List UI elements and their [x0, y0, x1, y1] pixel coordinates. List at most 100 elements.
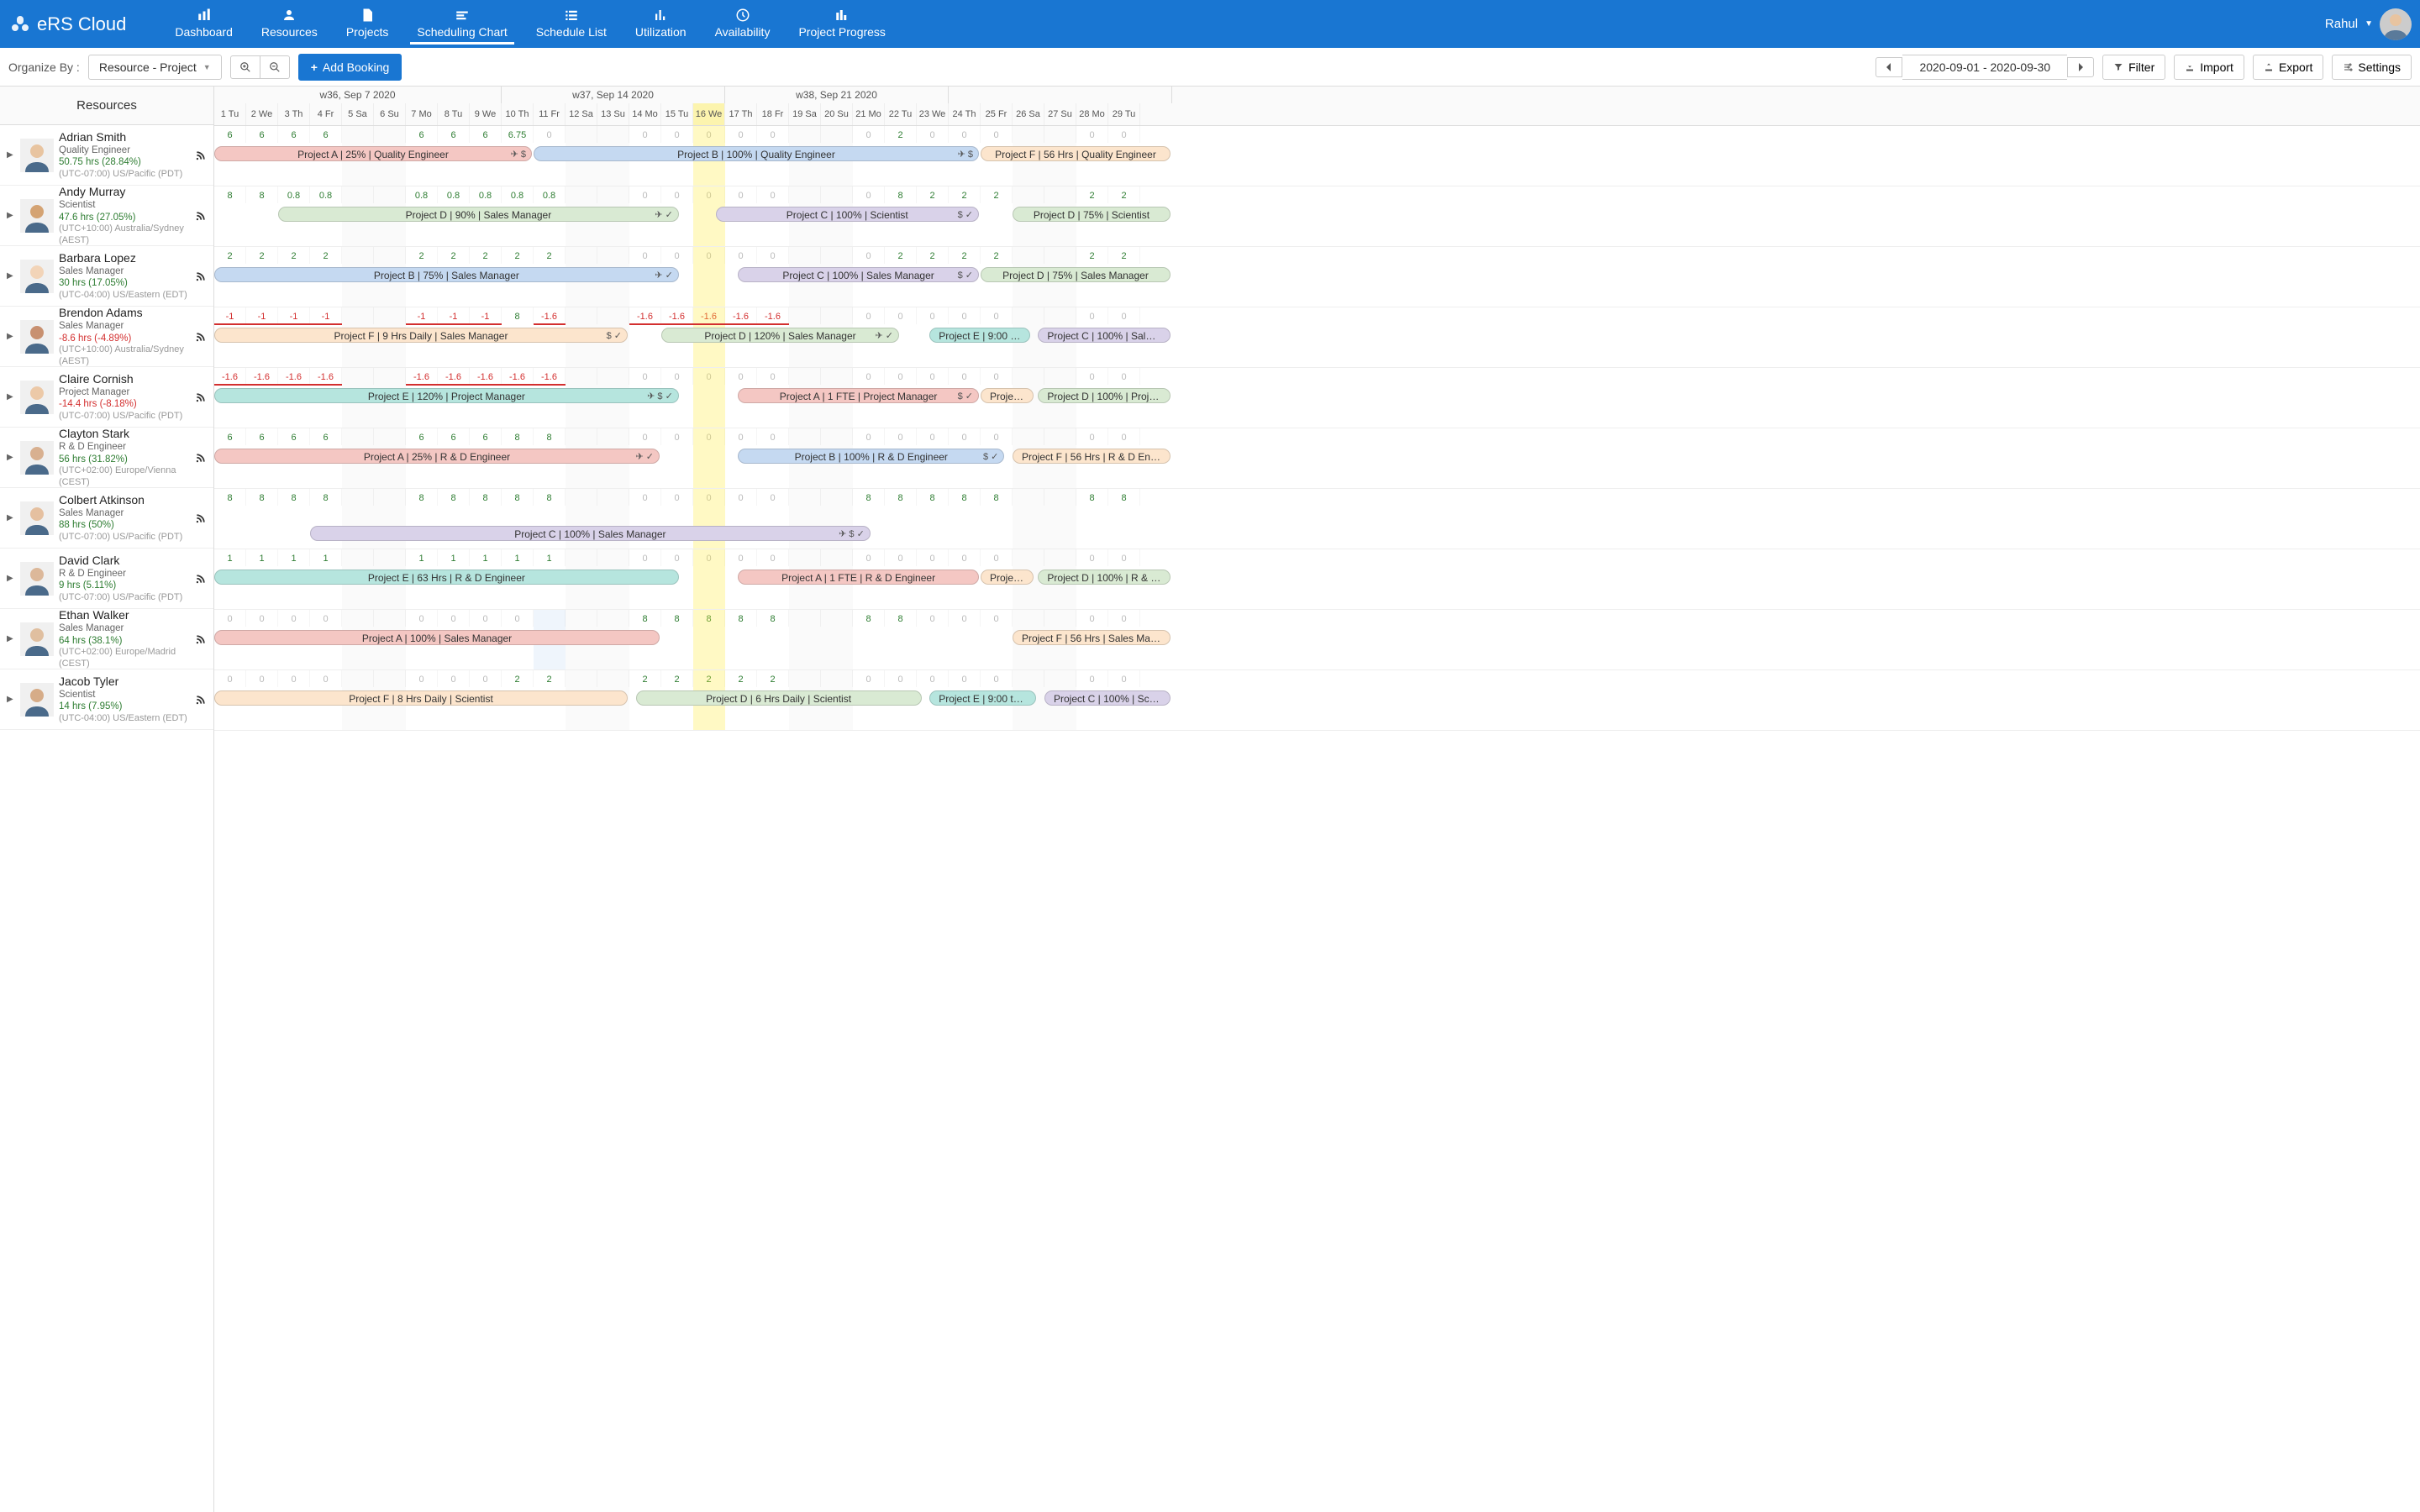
expand-icon[interactable]: ▶	[7, 211, 15, 220]
timeline-row[interactable]: 66666666.750000000200000Project A | 25% …	[214, 126, 2420, 186]
resource-row[interactable]: ▶ Colbert Atkinson Sales Manager 88 hrs …	[0, 488, 213, 549]
nav-dashboard[interactable]: Dashboard	[168, 4, 239, 45]
booking-bar[interactable]: Project D | 100% | R & D Engi	[1038, 570, 1171, 585]
booking-bar[interactable]: Project D | 100% | Project Ma	[1038, 388, 1171, 403]
nav-utilization[interactable]: Utilization	[629, 4, 693, 45]
hour-cell: 0	[310, 670, 342, 687]
add-booking-button[interactable]: + Add Booking	[298, 54, 402, 81]
nav-schedule-list[interactable]: Schedule List	[529, 4, 613, 45]
zoom-in-button[interactable]	[230, 55, 260, 79]
rss-icon[interactable]	[195, 512, 207, 524]
expand-icon[interactable]: ▶	[7, 392, 15, 402]
expand-icon[interactable]: ▶	[7, 453, 15, 462]
export-button[interactable]: Export	[2253, 55, 2323, 80]
booking-bar[interactable]: Project F | 9 Hrs Daily | Sales Manager$…	[214, 328, 628, 343]
booking-bar[interactable]: Project D | 120% | Sales Manager✈ ✓	[661, 328, 899, 343]
rss-icon[interactable]	[195, 452, 207, 464]
avatar[interactable]	[2380, 8, 2412, 40]
expand-icon[interactable]: ▶	[7, 513, 15, 522]
booking-bar[interactable]: Project B | 75% | Sales Manager✈ ✓	[214, 267, 679, 282]
filter-button[interactable]: Filter	[2102, 55, 2165, 80]
resource-row[interactable]: ▶ Jacob Tyler Scientist 14 hrs (7.95%) (…	[0, 669, 213, 730]
expand-icon[interactable]: ▶	[7, 695, 15, 704]
booking-bar[interactable]: Project C | 100% | Sales Manager$ ✓	[738, 267, 979, 282]
nav-availability[interactable]: Availability	[708, 4, 777, 45]
resource-row[interactable]: ▶ Claire Cornish Project Manager -14.4 h…	[0, 367, 213, 428]
logo[interactable]: eRS Cloud	[8, 13, 126, 36]
expand-icon[interactable]: ▶	[7, 150, 15, 160]
timeline-row[interactable]: 888888888000008888888Project C | 100% | …	[214, 489, 2420, 549]
booking-bar[interactable]: Project A | 100% | Sales Manager	[214, 630, 660, 645]
rss-icon[interactable]	[195, 331, 207, 343]
organize-select[interactable]: Resource - Project ▼	[88, 55, 222, 80]
booking-bar[interactable]: Project C | 100% | Scientist$ ✓	[716, 207, 979, 222]
booking-bar[interactable]: Project F | 56 Hrs | Quality Engineer	[981, 146, 1171, 161]
booking-bar[interactable]: Project E | 9:00 to 17:00 Da...	[929, 690, 1036, 706]
resource-row[interactable]: ▶ Ethan Walker Sales Manager 64 hrs (38.…	[0, 609, 213, 669]
timeline[interactable]: w36, Sep 7 2020w37, Sep 14 2020w38, Sep …	[214, 87, 2420, 1512]
settings-button[interactable]: Settings	[2332, 55, 2412, 80]
hour-cell: 6	[278, 126, 310, 143]
booking-bar[interactable]: Project B | 100% | R & D Engineer$ ✓	[738, 449, 1004, 464]
rss-icon[interactable]	[195, 391, 207, 403]
rss-icon[interactable]	[195, 210, 207, 222]
timeline-row[interactable]: 00000000888888800000Project A | 100% | S…	[214, 610, 2420, 670]
expand-icon[interactable]: ▶	[7, 574, 15, 583]
user-area[interactable]: Rahul ▼	[2325, 8, 2412, 40]
booking-bar[interactable]: Project A | 1 FTE | Project Manager$ ✓	[738, 388, 979, 403]
booking-bar[interactable]: Project B | 100% | Quality Engineer✈ $	[534, 146, 979, 161]
timeline-row[interactable]: 222222222000000222222Project B | 75% | S…	[214, 247, 2420, 307]
booking-bar[interactable]: Project F | 56 Hrs | Sales Manage	[1013, 630, 1171, 645]
resource-row[interactable]: ▶ Andy Murray Scientist 47.6 hrs (27.05%…	[0, 186, 213, 246]
expand-icon[interactable]: ▶	[7, 271, 15, 281]
booking-bar[interactable]: Project A | 25% | R & D Engineer✈ ✓	[214, 449, 660, 464]
resource-row[interactable]: ▶ David Clark R & D Engineer 9 hrs (5.11…	[0, 549, 213, 609]
rss-icon[interactable]	[195, 694, 207, 706]
expand-icon[interactable]: ▶	[7, 634, 15, 643]
rss-icon[interactable]	[195, 573, 207, 585]
resource-row[interactable]: ▶ Clayton Stark R & D Engineer 56 hrs (3…	[0, 428, 213, 488]
timeline-row[interactable]: 000000022222220000000Project F | 8 Hrs D…	[214, 670, 2420, 731]
rss-icon[interactable]	[195, 270, 207, 282]
timeline-row[interactable]: 880.80.80.80.80.80.80.8000000822222Proje…	[214, 186, 2420, 247]
booking-bar[interactable]: Project E | 120% | Project Manager✈ $ ✓	[214, 388, 679, 403]
hour-cell: 0	[757, 186, 789, 203]
booking-bar[interactable]: Project D | 75% | Sales Manager	[981, 267, 1171, 282]
expand-icon[interactable]: ▶	[7, 332, 15, 341]
nav-resources[interactable]: Resources	[255, 4, 324, 45]
booking-bar[interactable]: Project A | 1 FTE | R & D Engineer	[738, 570, 979, 585]
nav-scheduling-chart[interactable]: Scheduling Chart	[410, 4, 513, 45]
booking-bar[interactable]: Project F | 56 Hrs | R & D Enginee	[1013, 449, 1171, 464]
booking-bar[interactable]: Project D | 6 Hrs Daily | Scientist	[636, 690, 922, 706]
resource-row[interactable]: ▶ Brendon Adams Sales Manager -8.6 hrs (…	[0, 307, 213, 367]
booking-bar[interactable]: Project F | 8 Hrs Daily | Scientist	[214, 690, 628, 706]
timeline-row[interactable]: -1.6-1.6-1.6-1.6-1.6-1.6-1.6-1.6-1.60000…	[214, 368, 2420, 428]
timeline-body[interactable]: 66666666.750000000200000Project A | 25% …	[214, 126, 2420, 731]
timeline-row[interactable]: 111111111000000000000Project E | 63 Hrs …	[214, 549, 2420, 610]
rss-icon[interactable]	[195, 633, 207, 645]
booking-bar[interactable]: Project E | 63 Hrs | R & D Engineer	[214, 570, 679, 585]
booking-bar[interactable]: Project D | 75% | Scientist	[1013, 207, 1171, 222]
booking-bar[interactable]: Project A | 25% | Quality Engineer✈ $	[214, 146, 532, 161]
resource-hours: 56 hrs (31.82%)	[59, 454, 190, 465]
booking-bar[interactable]: Project F | ...	[981, 570, 1034, 585]
booking-bar[interactable]: Project E | 9:00 to 17:00 D...	[929, 328, 1030, 343]
booking-bar[interactable]: Project C | 100% | Sales Manager✈ $ ✓	[310, 526, 871, 541]
booking-bar[interactable]: Project C | 100% | Sales Manage	[1038, 328, 1171, 343]
next-button[interactable]	[2067, 57, 2094, 77]
nav-projects[interactable]: Projects	[339, 4, 396, 45]
date-range[interactable]: 2020-09-01 - 2020-09-30	[1902, 55, 2067, 80]
timeline-row[interactable]: 666666688000000000000Project A | 25% | R…	[214, 428, 2420, 489]
prev-button[interactable]	[1876, 57, 1902, 77]
zoom-out-button[interactable]	[260, 55, 290, 79]
hour-cell: 2	[725, 670, 757, 687]
resource-row[interactable]: ▶ Barbara Lopez Sales Manager 30 hrs (17…	[0, 246, 213, 307]
timeline-row[interactable]: -1-1-1-1-1-1-18-1.6-1.6-1.6-1.6-1.6-1.60…	[214, 307, 2420, 368]
nav-project-progress[interactable]: Project Progress	[792, 4, 892, 45]
import-button[interactable]: Import	[2174, 55, 2244, 80]
booking-bar[interactable]: Project C | 100% | Scientist	[1044, 690, 1171, 706]
booking-bar[interactable]: Project D | 90% | Sales Manager✈ ✓	[278, 207, 679, 222]
resource-row[interactable]: ▶ Adrian Smith Quality Engineer 50.75 hr…	[0, 125, 213, 186]
booking-bar[interactable]: Project F | ...	[981, 388, 1034, 403]
rss-icon[interactable]	[195, 150, 207, 161]
